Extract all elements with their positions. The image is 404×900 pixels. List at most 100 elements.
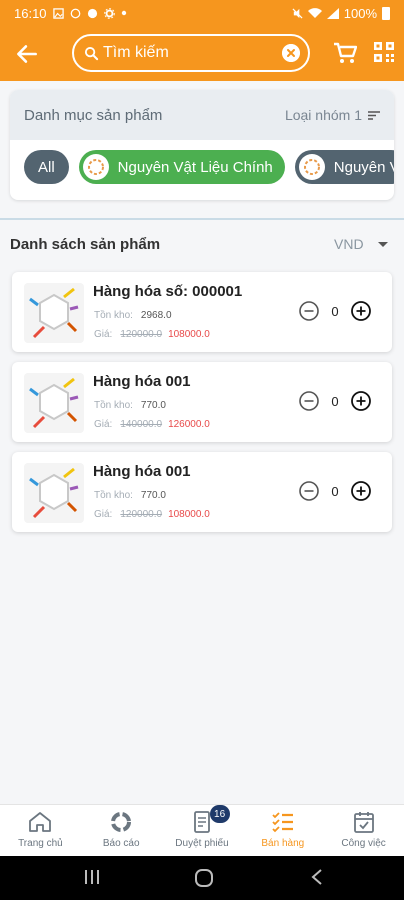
category-card: Danh mục sản phẩm Loại nhóm 1 All Nguyên…	[10, 90, 394, 200]
stock-label: Tồn kho:	[94, 400, 133, 411]
recent-apps-icon[interactable]	[83, 868, 101, 886]
checklist-icon	[272, 812, 293, 833]
chevron-down-icon	[377, 241, 388, 247]
group-filter-button[interactable]: Loại nhóm 1	[285, 107, 380, 123]
product-price: Giá: 120000.0 108000.0	[94, 509, 210, 520]
stock-value: 770.0	[140, 400, 166, 411]
cart-icon[interactable]	[333, 42, 357, 64]
product-card[interactable]: Hàng hóa số: 000001 Tồn kho: 2968.0 Giá: 1…	[12, 272, 392, 352]
section-divider	[0, 218, 404, 220]
calendar-check-icon	[353, 812, 374, 833]
stock-value: 770.0	[140, 490, 166, 501]
old-price: 140000.0	[120, 419, 163, 430]
chip-all[interactable]: All	[24, 150, 69, 184]
system-nav-bar	[0, 856, 404, 900]
quantity-value: 0	[331, 303, 339, 319]
product-stock: Tồn kho: 770.0	[94, 400, 166, 411]
quantity-stepper: 0	[298, 300, 372, 322]
category-header: Danh mục sản phẩm Loại nhóm 1	[10, 90, 394, 140]
new-price: 108000.0	[168, 329, 210, 340]
minus-circle-icon[interactable]	[298, 300, 320, 322]
whatsapp-icon	[70, 8, 80, 18]
report-icon	[111, 812, 132, 832]
nav-item-tasks[interactable]: Công việc	[323, 805, 404, 856]
status-bar: 16:10 100%	[0, 0, 404, 26]
filter-lines-icon	[368, 110, 380, 120]
product-card[interactable]: Hàng hóa 001 Tồn kho: 770.0 Giá: 120000.0 1…	[12, 452, 392, 532]
old-price: 120000.0	[120, 509, 163, 520]
product-list-title: Danh sách sản phẩm	[10, 236, 161, 253]
nav-label: Báo cáo	[102, 838, 140, 849]
category-avatar-icon	[298, 154, 325, 180]
wifi-icon	[307, 7, 322, 18]
quantity-stepper: 0	[298, 390, 372, 412]
new-price: 126000.0	[168, 419, 210, 430]
product-image	[24, 373, 84, 433]
home-button-icon[interactable]	[194, 868, 214, 888]
plus-circle-icon[interactable]	[350, 480, 372, 502]
stock-label: Tồn kho:	[94, 490, 133, 501]
nav-label: Duyệt phiếu	[175, 838, 229, 849]
currency-dropdown[interactable]: VND	[334, 236, 388, 252]
product-image	[24, 463, 84, 523]
minus-circle-icon[interactable]	[298, 390, 320, 412]
nav-item-report[interactable]: Báo cáo	[81, 805, 162, 856]
app-bar	[0, 26, 404, 81]
quantity-value: 0	[331, 483, 339, 499]
group-filter-label: Loại nhóm 1	[284, 107, 362, 123]
product-name: Hàng hóa 001	[93, 463, 191, 480]
bottom-nav: Trang chủ Báo cáo 16 Duyệt phiếu Bán hàn…	[0, 804, 404, 856]
product-price: Giá: 140000.0 126000.0	[94, 419, 210, 430]
category-avatar-icon	[82, 154, 109, 180]
old-price: 120000.0	[120, 329, 163, 340]
product-name: Hàng hóa số: 000001	[93, 283, 243, 300]
currency-label: VND	[334, 236, 364, 252]
nav-label: Bán hàng	[261, 838, 305, 849]
nav-item-home[interactable]: Trang chủ	[0, 805, 81, 856]
qr-code-icon[interactable]	[374, 42, 394, 62]
plus-circle-icon[interactable]	[350, 390, 372, 412]
product-card[interactable]: Hàng hóa 001 Tồn kho: 770.0 Giá: 140000.0 1…	[12, 362, 392, 442]
search-input[interactable]	[103, 44, 283, 62]
stock-label: Tồn kho:	[94, 310, 133, 321]
new-price: 108000.0	[168, 509, 210, 520]
system-back-icon[interactable]	[310, 868, 324, 886]
chip-label: Nguyên Vậ	[333, 158, 394, 176]
signal-icon	[326, 7, 339, 19]
mute-icon	[292, 7, 303, 19]
nav-item-sales[interactable]: Bán hàng	[242, 805, 323, 856]
quantity-stepper: 0	[298, 480, 372, 502]
product-image	[24, 283, 84, 343]
product-stock: Tồn kho: 770.0	[94, 490, 166, 501]
search-icon	[84, 46, 99, 60]
product-name: Hàng hóa 001	[93, 373, 191, 390]
search-box[interactable]	[72, 34, 310, 72]
status-time: 16:10	[14, 5, 47, 21]
price-label: Giá:	[94, 329, 113, 340]
nav-label: Trang chủ	[18, 838, 63, 849]
battery-percent: 100%	[343, 5, 377, 21]
plus-circle-icon[interactable]	[350, 300, 372, 322]
chip-label: Nguyên Vật Liệu Chính	[117, 158, 273, 176]
dot-icon	[121, 10, 126, 16]
home-icon	[29, 812, 52, 832]
clear-icon[interactable]	[282, 44, 300, 62]
price-label: Giá:	[94, 509, 113, 520]
stock-value: 2968.0	[140, 310, 172, 321]
chip-nguyen-vat-lieu-chinh[interactable]: Nguyên Vật Liệu Chính	[78, 150, 285, 184]
notification-badge: 16	[209, 805, 230, 823]
nav-item-approve[interactable]: 16 Duyệt phiếu	[162, 805, 243, 856]
settings-icon	[103, 7, 115, 19]
minus-circle-icon[interactable]	[298, 480, 320, 502]
back-arrow-icon[interactable]	[14, 41, 40, 67]
chip-nguyen-vat-lieu[interactable]: Nguyên Vậ	[294, 150, 394, 184]
battery-icon	[382, 6, 390, 20]
price-label: Giá:	[94, 419, 113, 430]
product-stock: Tồn kho: 2968.0	[94, 310, 172, 321]
nav-label: Công việc	[341, 838, 386, 849]
chip-label: All	[38, 158, 55, 176]
gallery-icon	[52, 7, 64, 19]
pinterest-icon	[87, 8, 97, 18]
category-title: Danh mục sản phẩm	[24, 106, 163, 124]
category-chips: All Nguyên Vật Liệu Chính Nguyên Vậ	[24, 150, 394, 186]
